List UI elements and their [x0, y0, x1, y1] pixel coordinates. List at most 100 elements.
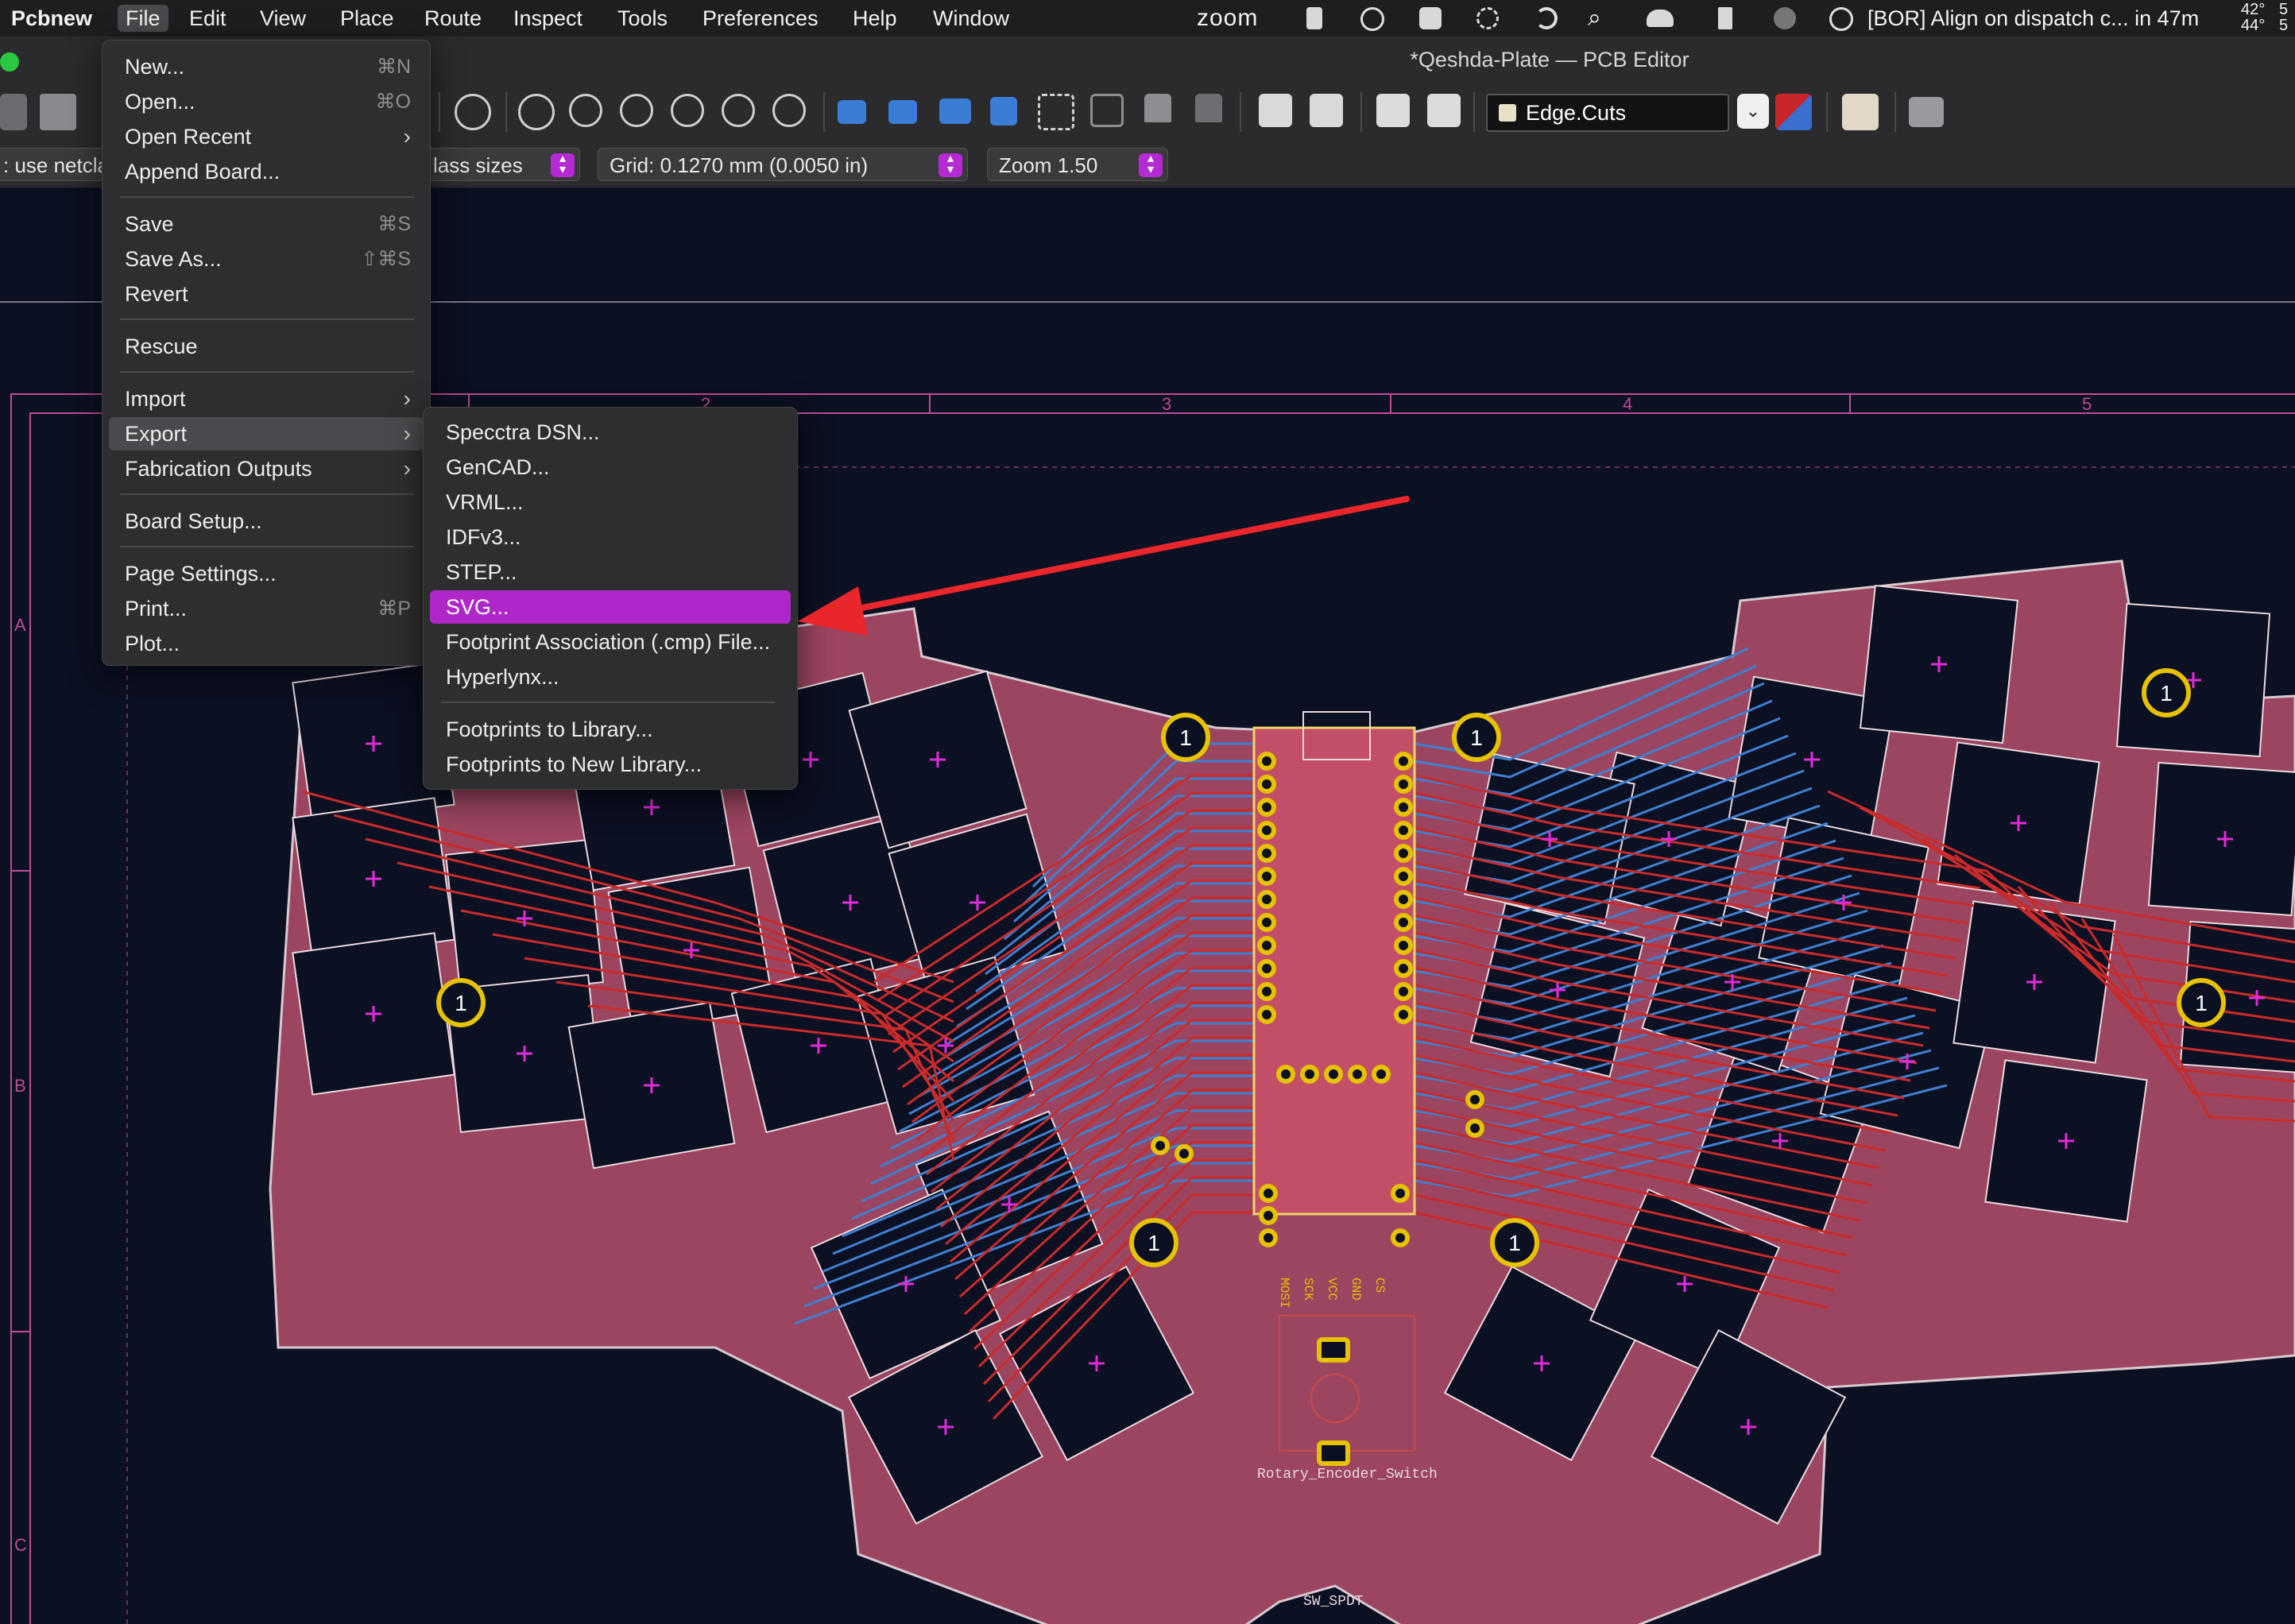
netlist-icon[interactable]: [1376, 94, 1410, 127]
calendar-event-text[interactable]: [BOR] Align on dispatch c... in 47m: [1867, 5, 2199, 32]
zoom-select[interactable]: Zoom 1.50 ▴ ▾: [987, 148, 1168, 181]
leaf-icon[interactable]: [1306, 7, 1322, 29]
drone-icon[interactable]: [1476, 7, 1499, 29]
drc-icon[interactable]: [1427, 94, 1461, 127]
zoom-fit-icon[interactable]: [671, 94, 704, 127]
unlock-icon[interactable]: [1195, 94, 1222, 122]
menu-item-print[interactable]: Print... ⌘P: [109, 592, 424, 625]
pad: [1151, 1136, 1170, 1155]
menu-help[interactable]: Help: [845, 5, 905, 32]
stepper-icon[interactable]: ▴ ▾: [1139, 153, 1163, 177]
menu-item-page-settings[interactable]: Page Settings...: [109, 557, 424, 590]
menu-item-board-setup[interactable]: Board Setup...: [109, 505, 424, 538]
cloud-icon[interactable]: [1647, 10, 1674, 27]
grid-select[interactable]: Grid: 0.1270 mm (0.0050 in) ▴ ▾: [598, 148, 968, 181]
menu-item-import[interactable]: Import ›: [109, 382, 424, 416]
menu-tools[interactable]: Tools: [610, 5, 675, 32]
mirror-horizontal-icon[interactable]: [990, 97, 1017, 126]
menu-item-footprints-to-library[interactable]: Footprints to Library...: [430, 713, 791, 746]
zoom-out-icon[interactable]: [620, 94, 653, 127]
scripting-console-icon[interactable]: [1909, 97, 1944, 127]
row-letter: A: [14, 615, 26, 635]
menu-item-export[interactable]: Export ›: [109, 417, 424, 450]
zoom-selection-icon[interactable]: [772, 94, 806, 127]
window-zoom-button[interactable]: [0, 52, 19, 72]
menu-edit[interactable]: Edit: [181, 5, 234, 32]
pad: [1175, 1144, 1194, 1163]
menu-item-revert[interactable]: Revert: [109, 277, 424, 311]
menu-inspect[interactable]: Inspect: [505, 5, 590, 32]
search-icon[interactable]: ⌕: [1588, 5, 1601, 32]
menu-item-open[interactable]: Open... ⌘O: [109, 85, 424, 118]
zoom-objects-icon[interactable]: [722, 94, 755, 127]
lock-icon[interactable]: [1144, 94, 1171, 122]
ungroup-icon[interactable]: [1090, 94, 1124, 127]
menu-item-new[interactable]: New... ⌘N: [109, 50, 424, 83]
menu-item-specctra-dsn[interactable]: Specctra DSN...: [430, 416, 791, 449]
menu-app-pcbnew[interactable]: Pcbnew: [3, 5, 100, 32]
airtable-icon[interactable]: [1360, 7, 1384, 31]
group-icon[interactable]: [1038, 94, 1074, 130]
waveform-icon[interactable]: [1419, 7, 1442, 29]
open-folder-icon[interactable]: [0, 94, 27, 130]
menu-item-rescue[interactable]: Rescue: [109, 330, 424, 363]
menu-place[interactable]: Place: [332, 5, 402, 32]
menu-item-hyperlynx[interactable]: Hyperlynx...: [430, 660, 791, 694]
track-width-select[interactable]: : use netcla: [0, 148, 111, 181]
globe-icon[interactable]: [1774, 7, 1796, 29]
header-pad: [1300, 1065, 1319, 1084]
bookmark-icon[interactable]: [1718, 7, 1732, 29]
menu-item-idfv3[interactable]: IDFv3...: [430, 520, 791, 554]
chevron-right-icon: ›: [403, 421, 411, 446]
header-pad: [1257, 890, 1276, 909]
find-icon[interactable]: [455, 94, 491, 130]
ruler-number: 3: [1162, 394, 1171, 414]
stepper-icon[interactable]: ▴ ▾: [939, 153, 962, 177]
stepper-icon[interactable]: ▴ ▾: [551, 153, 575, 177]
footprint-editor-icon[interactable]: [1259, 94, 1292, 127]
menu-item-footprints-to-new-library[interactable]: Footprints to New Library...: [430, 748, 791, 781]
menu-item-vrml[interactable]: VRML...: [430, 485, 791, 519]
menu-item-save[interactable]: Save ⌘S: [109, 207, 424, 241]
header-pad: [1394, 1005, 1413, 1024]
menu-item-open-recent[interactable]: Open Recent ›: [109, 120, 424, 153]
rotate-cw-icon[interactable]: [888, 100, 917, 124]
mirror-vertical-icon[interactable]: [939, 99, 971, 124]
toolbar-separator: [1240, 92, 1241, 132]
active-layer-select[interactable]: Edge.Cuts: [1486, 94, 1729, 132]
pad: [1465, 1090, 1484, 1109]
router-icon[interactable]: [1842, 94, 1879, 130]
calendar-icon[interactable]: [1829, 7, 1853, 31]
menu-item-append-board[interactable]: Append Board...: [109, 155, 424, 188]
menu-item-footprint-association[interactable]: Footprint Association (.cmp) File...: [430, 625, 791, 659]
mounting-hole-label: 1: [2160, 681, 2173, 706]
menu-file[interactable]: File: [118, 5, 168, 32]
header-pad: [1394, 913, 1413, 932]
menu-separator: [120, 196, 414, 198]
save-icon[interactable]: [40, 94, 76, 130]
refresh-icon[interactable]: [518, 94, 555, 130]
menu-window[interactable]: Window: [925, 5, 1017, 32]
pad: [1259, 1228, 1278, 1247]
menu-preferences[interactable]: Preferences: [695, 5, 826, 32]
menu-item-gencad[interactable]: GenCAD...: [430, 450, 791, 484]
chevron-down-icon[interactable]: ⌄: [1737, 94, 1769, 129]
menu-item-plot[interactable]: Plot...: [109, 627, 424, 660]
menu-view[interactable]: View: [252, 5, 314, 32]
menu-item-svg[interactable]: SVG...: [430, 590, 791, 624]
menu-separator: [441, 702, 775, 703]
zoom-in-icon[interactable]: [569, 94, 602, 127]
rotate-ccw-icon[interactable]: [838, 100, 866, 124]
menu-item-fabrication-outputs[interactable]: Fabrication Outputs ›: [109, 452, 424, 485]
chevron-right-icon: ›: [403, 456, 411, 481]
footprint-browser-icon[interactable]: [1310, 94, 1343, 127]
menu-item-save-as[interactable]: Save As... ⇧⌘S: [109, 242, 424, 276]
pin-label: VCC: [1325, 1278, 1339, 1301]
pad: [1391, 1228, 1410, 1247]
moon-icon[interactable]: [1535, 7, 1558, 29]
menu-route[interactable]: Route: [416, 5, 490, 32]
via-size-select[interactable]: lass sizes ▴ ▾: [421, 148, 580, 181]
zoom-tray-icon[interactable]: zoom: [1197, 5, 1258, 32]
layer-pair-icon[interactable]: [1775, 94, 1812, 130]
menu-item-step[interactable]: STEP...: [430, 555, 791, 589]
